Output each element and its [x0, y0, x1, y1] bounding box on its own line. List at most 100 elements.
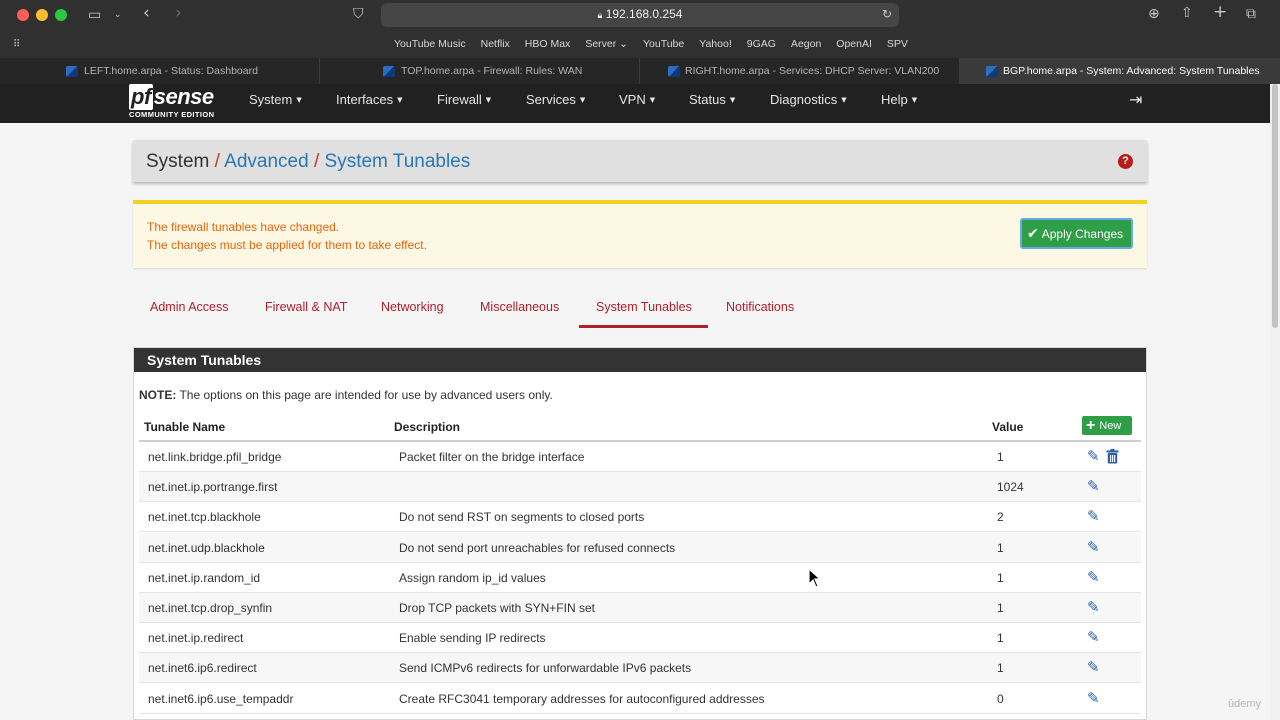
- help-icon[interactable]: ?: [1118, 154, 1133, 169]
- tunable-description: Send ICMPv6 redirects for unforwardable …: [399, 661, 692, 676]
- bookmark-server[interactable]: Server ⌄: [585, 38, 628, 50]
- breadcrumb-trail: System / Advanced / System Tunables: [146, 151, 470, 173]
- reload-icon[interactable]: ↻: [882, 7, 892, 21]
- tab-networking[interactable]: Networking: [381, 300, 444, 314]
- logo-wordmark: pf sense: [129, 84, 214, 110]
- nav-vpn[interactable]: VPN ▼: [619, 92, 655, 107]
- share-icon[interactable]: ⇧: [1181, 5, 1193, 21]
- nav-system[interactable]: System ▼: [249, 92, 302, 107]
- tunable-description: Create RFC3041 temporary addresses for a…: [399, 691, 765, 706]
- bookmark-netflix[interactable]: Netflix: [481, 38, 510, 50]
- table-row: net.inet.ip.redirect Enable sending IP re…: [139, 623, 1141, 654]
- grid-icon[interactable]: ⠿: [13, 37, 20, 53]
- column-header-value: Value: [992, 420, 1024, 434]
- pencil-icon[interactable]: ✎: [1087, 630, 1100, 645]
- tab-overview-icon[interactable]: ⧉: [1246, 6, 1256, 22]
- main-navbar: pf sense COMMUNITY EDITION System ▼ Interf…: [0, 84, 1270, 123]
- table-row: net.inet6.ip6.use_tempaddr Create RFC3041…: [139, 684, 1141, 714]
- tunable-name: net.inet.ip.redirect: [148, 631, 244, 646]
- trash-icon[interactable]: [1106, 449, 1119, 467]
- url-text: 🔒︎ 192.168.0.254: [597, 7, 683, 21]
- bookmark-youtube-music[interactable]: YouTube Music: [394, 38, 466, 50]
- zoom-window-button[interactable]: [55, 9, 67, 21]
- bookmark-youtube[interactable]: YouTube: [643, 38, 684, 50]
- udemy-watermark: ûdemy: [1228, 698, 1262, 710]
- tunable-value: 1: [997, 631, 1004, 646]
- caret-down-icon: ▼: [296, 96, 302, 104]
- bookmark-spv[interactable]: SPV: [887, 38, 908, 50]
- browser-tab[interactable]: RIGHT.home.arpa - Services: DHCP Server:…: [640, 58, 960, 84]
- bookmark-hbo-max[interactable]: HBO Max: [525, 38, 571, 50]
- nav-interfaces[interactable]: Interfaces ▼: [336, 92, 402, 107]
- tunable-description: Do not send port unreachables for refuse…: [399, 540, 676, 555]
- table-row: net.inet.tcp.drop_synfin Drop TCP packets…: [139, 593, 1141, 623]
- logout-icon[interactable]: ⇥: [1129, 90, 1142, 109]
- shield-icon[interactable]: ⛉: [353, 6, 364, 22]
- pencil-icon[interactable]: ✎: [1087, 690, 1100, 706]
- lock-icon: 🔒︎: [597, 11, 603, 21]
- pencil-icon[interactable]: ✎: [1087, 539, 1100, 555]
- pfsense-favicon-icon: [986, 66, 998, 77]
- new-tab-icon[interactable]: +: [1213, 4, 1227, 21]
- panel-title: System Tunables: [134, 348, 1146, 372]
- nav-services[interactable]: Services ▼: [526, 92, 585, 107]
- tab-notifications[interactable]: Notifications: [726, 300, 794, 314]
- tunable-name: net.inet.udp.blackhole: [148, 540, 265, 555]
- tunable-name: net.inet6.ip6.redirect: [148, 661, 257, 676]
- apply-changes-button[interactable]: ✔ Apply Changes: [1020, 218, 1133, 249]
- scrollbar-thumb[interactable]: [1272, 84, 1278, 328]
- table-row: net.inet.ip.portrange.first 1024 ✎: [139, 472, 1141, 503]
- caret-down-icon: ▼: [841, 96, 847, 104]
- bookmark-yahoo[interactable]: Yahoo!: [699, 38, 732, 50]
- table-row: net.inet.ip.random_id Assign random ip_id…: [139, 563, 1141, 593]
- nav-firewall[interactable]: Firewall ▼: [437, 92, 491, 107]
- tunable-description: Packet filter on the bridge interface: [399, 450, 585, 464]
- pencil-icon[interactable]: ✎: [1087, 479, 1100, 494]
- close-window-button[interactable]: [17, 9, 29, 21]
- caret-down-icon: ▼: [485, 96, 492, 104]
- minimize-window-button[interactable]: [36, 9, 48, 21]
- chevron-down-icon[interactable]: ⌄: [114, 7, 122, 23]
- pencil-icon[interactable]: ✎: [1087, 600, 1100, 615]
- nav-diagnostics[interactable]: Diagnostics ▼: [770, 92, 847, 107]
- alert-message-line1: The firewall tunables have changed.: [147, 220, 340, 234]
- bookmark-9gag[interactable]: 9GAG: [747, 38, 776, 50]
- sidebar-toggle-icon[interactable]: ▭: [88, 7, 101, 23]
- panel-note: NOTE: The options on this page are inten…: [139, 388, 553, 402]
- tab-system-tunables[interactable]: System Tunables: [596, 300, 692, 314]
- bookmark-aegon[interactable]: Aegon: [791, 38, 821, 50]
- forward-icon[interactable]: ›: [175, 5, 182, 22]
- table-row: net.inet.tcp.blackhole Do not send RST on…: [139, 502, 1141, 533]
- page-scrollbar[interactable]: [1270, 84, 1280, 720]
- pencil-icon[interactable]: ✎: [1087, 569, 1100, 585]
- tunable-description: Drop TCP packets with SYN+FIN set: [399, 601, 595, 615]
- tab-firewall-nat[interactable]: Firewall & NAT: [265, 300, 347, 314]
- checkmark-icon: ✔: [1027, 225, 1039, 242]
- tunable-value: 1: [997, 450, 1004, 464]
- breadcrumb: System / Advanced / System Tunables ?: [133, 140, 1147, 182]
- breadcrumb-advanced[interactable]: Advanced: [224, 151, 309, 172]
- breadcrumb-system-tunables[interactable]: System Tunables: [325, 151, 471, 172]
- caret-down-icon: ▼: [579, 96, 586, 104]
- tunable-name: net.inet6.ip6.use_tempaddr: [148, 691, 294, 706]
- back-icon[interactable]: ‹: [143, 5, 150, 22]
- nav-status[interactable]: Status ▼: [689, 92, 735, 107]
- address-bar[interactable]: 🔒︎ 192.168.0.254 ↻: [381, 3, 899, 27]
- tab-admin-access[interactable]: Admin Access: [150, 300, 229, 314]
- new-tunable-button[interactable]: + New: [1082, 416, 1132, 435]
- breadcrumb-separator: /: [214, 151, 220, 172]
- bookmark-openai[interactable]: OpenAI: [836, 38, 872, 50]
- pencil-icon[interactable]: ✎: [1087, 509, 1100, 524]
- pencil-icon[interactable]: ✎: [1087, 449, 1100, 464]
- browser-tab[interactable]: LEFT.home.arpa - Status: Dashboard: [0, 58, 320, 84]
- active-tab-indicator: [579, 325, 708, 328]
- browser-tab[interactable]: TOP.home.arpa - Firewall: Rules: WAN: [320, 58, 640, 84]
- tab-miscellaneous[interactable]: Miscellaneous: [480, 300, 559, 314]
- pencil-icon[interactable]: ✎: [1087, 660, 1100, 675]
- download-icon[interactable]: ⊕: [1148, 6, 1160, 22]
- table-row: net.inet.udp.blackhole Do not send port u…: [139, 532, 1141, 563]
- breadcrumb-system: System: [146, 151, 210, 172]
- plus-icon: +: [1086, 416, 1096, 434]
- browser-tab-active[interactable]: BGP.home.arpa - System: Advanced: System…: [960, 58, 1280, 84]
- nav-help[interactable]: Help ▼: [881, 92, 917, 107]
